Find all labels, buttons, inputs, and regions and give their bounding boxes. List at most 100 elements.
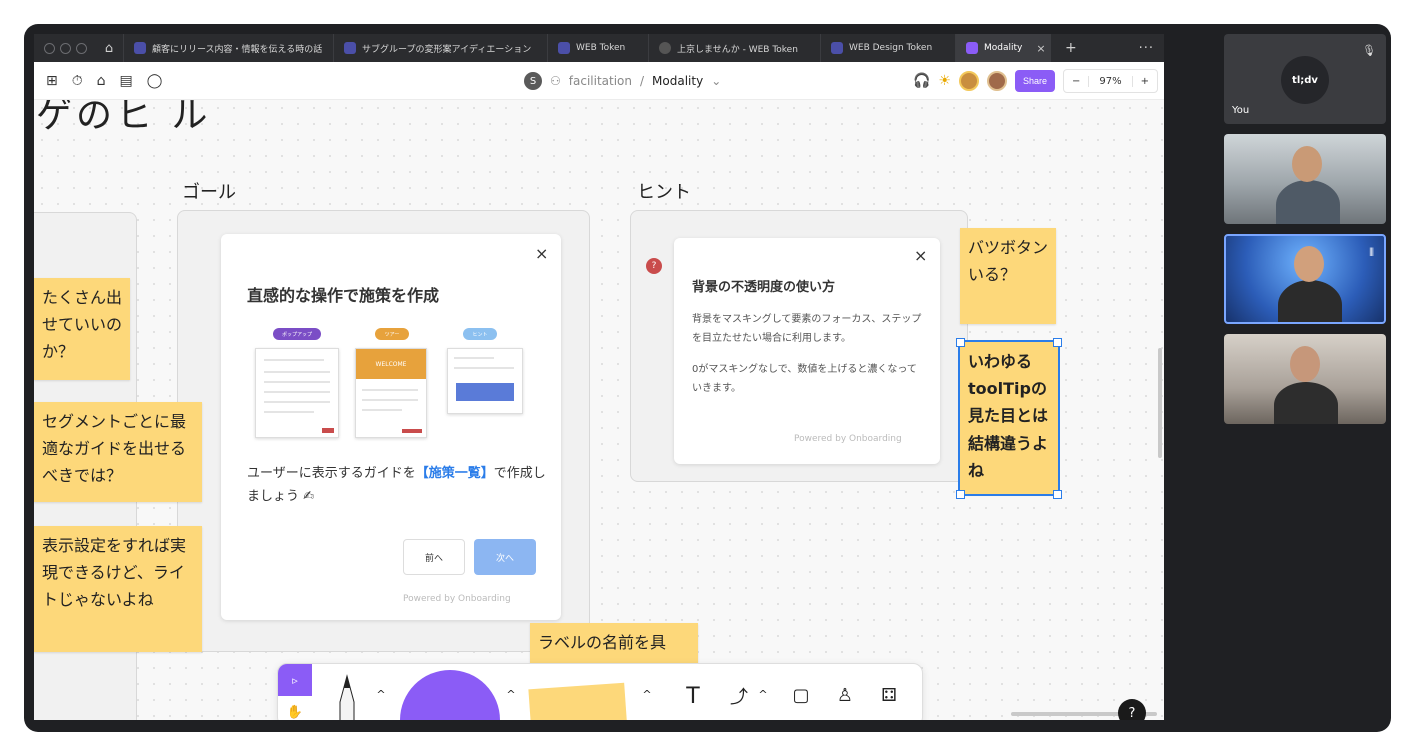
creation-toolbar: ▹ ✋ ^ ^ ^ T ⤴ ^ ▢ ♙ ⚃ [277, 663, 923, 720]
goal-modal-card[interactable]: × 直感的な操作で施策を作成 ポップアップ ツアー ヒント WELCOME ユー… [221, 234, 561, 620]
window-close-dot[interactable] [44, 42, 55, 54]
browser-tab-active[interactable]: Modality × [955, 34, 1051, 62]
avatar[interactable] [986, 71, 1007, 91]
shape-circle-icon[interactable] [400, 670, 500, 720]
main-menu-icon[interactable]: ⊞ [46, 73, 58, 89]
avatar[interactable] [958, 71, 979, 91]
library-icon[interactable]: ⌂ [97, 73, 106, 89]
widget-icon[interactable]: ⚃ [874, 680, 904, 710]
hint-tooltip-card[interactable]: × 背景の不透明度の使い方 背景をマスキングして要素のフォーカス、ステップを目立… [674, 238, 940, 464]
figma-file-icon [134, 42, 146, 54]
chevron-up-icon[interactable]: ^ [756, 684, 770, 704]
participant-video [1292, 146, 1322, 182]
tour-thumbnail: WELCOME [355, 348, 427, 438]
window-zoom-dot[interactable] [76, 42, 87, 54]
tab-label: WEB Design Token [849, 43, 933, 53]
sticky-note[interactable]: 表示設定をすれば実現できるけど、ライトじゃないよね [34, 526, 202, 652]
close-icon[interactable]: × [535, 244, 548, 263]
resize-handle[interactable] [1053, 338, 1062, 347]
new-tab-button[interactable]: + [1051, 40, 1091, 56]
powered-by-label: Powered by Onboarding [403, 594, 511, 604]
video-tile[interactable] [1224, 334, 1386, 424]
resize-handle[interactable] [956, 490, 965, 499]
sticky-note[interactable]: ラベルの名前を具 [530, 623, 698, 667]
zoom-in-button[interactable]: + [1133, 76, 1157, 87]
participant-video [1290, 346, 1320, 382]
share-button[interactable]: Share [1014, 70, 1055, 92]
popup-thumbnail [255, 348, 339, 438]
toolbar-right: 🎧 ☀ Share − 97% + [913, 62, 1158, 100]
section-title: ゲのヒ ル [36, 100, 212, 136]
browser-tab[interactable]: WEB Design Token [820, 34, 955, 62]
stamp-icon[interactable]: ♙ [830, 680, 860, 710]
powered-by-label: Powered by Onboarding [794, 434, 902, 444]
hint-label: ヒント [637, 182, 691, 203]
tour-pill: ツアー [375, 328, 409, 340]
sticky-stack-icon[interactable] [528, 682, 628, 720]
modal-body: ユーザーに表示するガイドを【施策一覧】で作成しましょう ✍ [247, 462, 547, 509]
vertical-scrollbar[interactable] [1158, 348, 1162, 458]
video-tile-self[interactable]: tl;dv You 🎙 [1224, 34, 1386, 124]
participant-video [1278, 280, 1342, 322]
help-button[interactable]: ? [1118, 699, 1146, 720]
browser-tab-strip: ⌂ 顧客にリリース内容・情報を伝える時の話 サブグループの変形案アイディエーショ… [34, 34, 1164, 62]
campaign-list-link[interactable]: 【施策一覧】 [416, 466, 494, 481]
avatar[interactable]: S [524, 72, 542, 90]
close-icon[interactable]: × [914, 246, 927, 265]
participant-video [1276, 180, 1340, 224]
chevron-up-icon[interactable]: ^ [504, 684, 518, 704]
sticky-note-selected[interactable]: いわゆるtoolTipの見た目とは結構違うよね [958, 340, 1060, 496]
hand-icon[interactable]: ✋ [278, 696, 312, 720]
speaking-indicator-icon: ⦀ [1369, 246, 1374, 259]
app-toolbar: ⊞ ⏱ ⌂ ▤ ◯ S ⚇ facilitation / Modality ⌄ … [34, 62, 1164, 100]
chevron-up-icon[interactable]: ^ [374, 684, 388, 704]
app-window: ⌂ 顧客にリリース内容・情報を伝える時の話 サブグループの変形案アイディエーショ… [24, 24, 1391, 732]
participant-name: You [1232, 105, 1250, 116]
popup-pill: ポップアップ [273, 328, 321, 340]
browser-tab[interactable]: 顧客にリリース内容・情報を伝える時の話 [123, 34, 333, 62]
marker-icon[interactable] [332, 672, 362, 720]
text-tool-icon[interactable]: T [676, 680, 710, 712]
figjam-canvas[interactable]: ゲのヒ ル ゴール ヒント × 直感的な操作で施策を作成 ポップアップ ツアー … [34, 100, 1164, 720]
close-tab-icon[interactable]: × [1036, 42, 1045, 55]
home-icon[interactable]: ⌂ [95, 41, 123, 56]
layout-icon[interactable]: ▤ [120, 73, 133, 89]
hint-title: 背景の不透明度の使い方 [692, 280, 836, 295]
next-button[interactable]: 次へ [474, 539, 536, 575]
window-minimize-dot[interactable] [60, 42, 71, 54]
document-name[interactable]: Modality [652, 74, 703, 88]
browser-tab[interactable]: サブグループの変形案アイディエーション [333, 34, 547, 62]
more-icon[interactable]: ··· [1139, 41, 1164, 56]
sticky-note[interactable]: バツボタンいる？ [960, 228, 1056, 324]
browser-tab[interactable]: WEB Token [547, 34, 648, 62]
modal-title: 直感的な操作で施策を作成 [247, 286, 440, 305]
goal-label: ゴール [182, 182, 236, 203]
zoom-out-button[interactable]: − [1064, 76, 1088, 87]
project-name[interactable]: facilitation [569, 74, 632, 88]
comment-icon[interactable]: ◯ [147, 73, 163, 89]
spotlight-icon[interactable]: ☀ [938, 73, 951, 89]
prev-button[interactable]: 前へ [403, 539, 465, 575]
toolbar-left-tools: ⊞ ⏱ ⌂ ▤ ◯ [34, 73, 162, 89]
section-icon[interactable]: ▢ [786, 680, 816, 710]
breadcrumb: S ⚇ facilitation / Modality ⌄ [524, 62, 721, 100]
connector-icon[interactable]: ⤴ [722, 680, 756, 712]
chevron-up-icon[interactable]: ^ [640, 684, 654, 704]
resize-handle[interactable] [1053, 490, 1062, 499]
tab-label: 上京しませんか - WEB Token [677, 44, 798, 55]
video-tile[interactable] [1224, 134, 1386, 224]
headphones-icon[interactable]: 🎧 [913, 73, 930, 89]
video-tile-speaking[interactable]: ⦀ [1224, 234, 1386, 324]
cursor-icon[interactable]: ▹ [278, 664, 312, 696]
zoom-control: − 97% + [1062, 69, 1158, 93]
chevron-down-icon[interactable]: ⌄ [711, 74, 721, 88]
tab-label: Modality [984, 43, 1023, 53]
zoom-level[interactable]: 97% [1088, 75, 1133, 87]
resize-handle[interactable] [956, 338, 965, 347]
sticky-note[interactable]: セグメントごとに最適なガイドを出せるべきでは？ [34, 402, 202, 502]
sticky-note[interactable]: たくさん出せていいのか？ [34, 278, 130, 380]
figma-file-icon [344, 42, 356, 54]
browser-tab[interactable]: 上京しませんか - WEB Token [648, 34, 820, 62]
timer-icon[interactable]: ⏱ [72, 73, 83, 89]
hint-paragraph: 0がマスキングなしで、数値を上げると濃くなっていきます。 [692, 364, 917, 394]
